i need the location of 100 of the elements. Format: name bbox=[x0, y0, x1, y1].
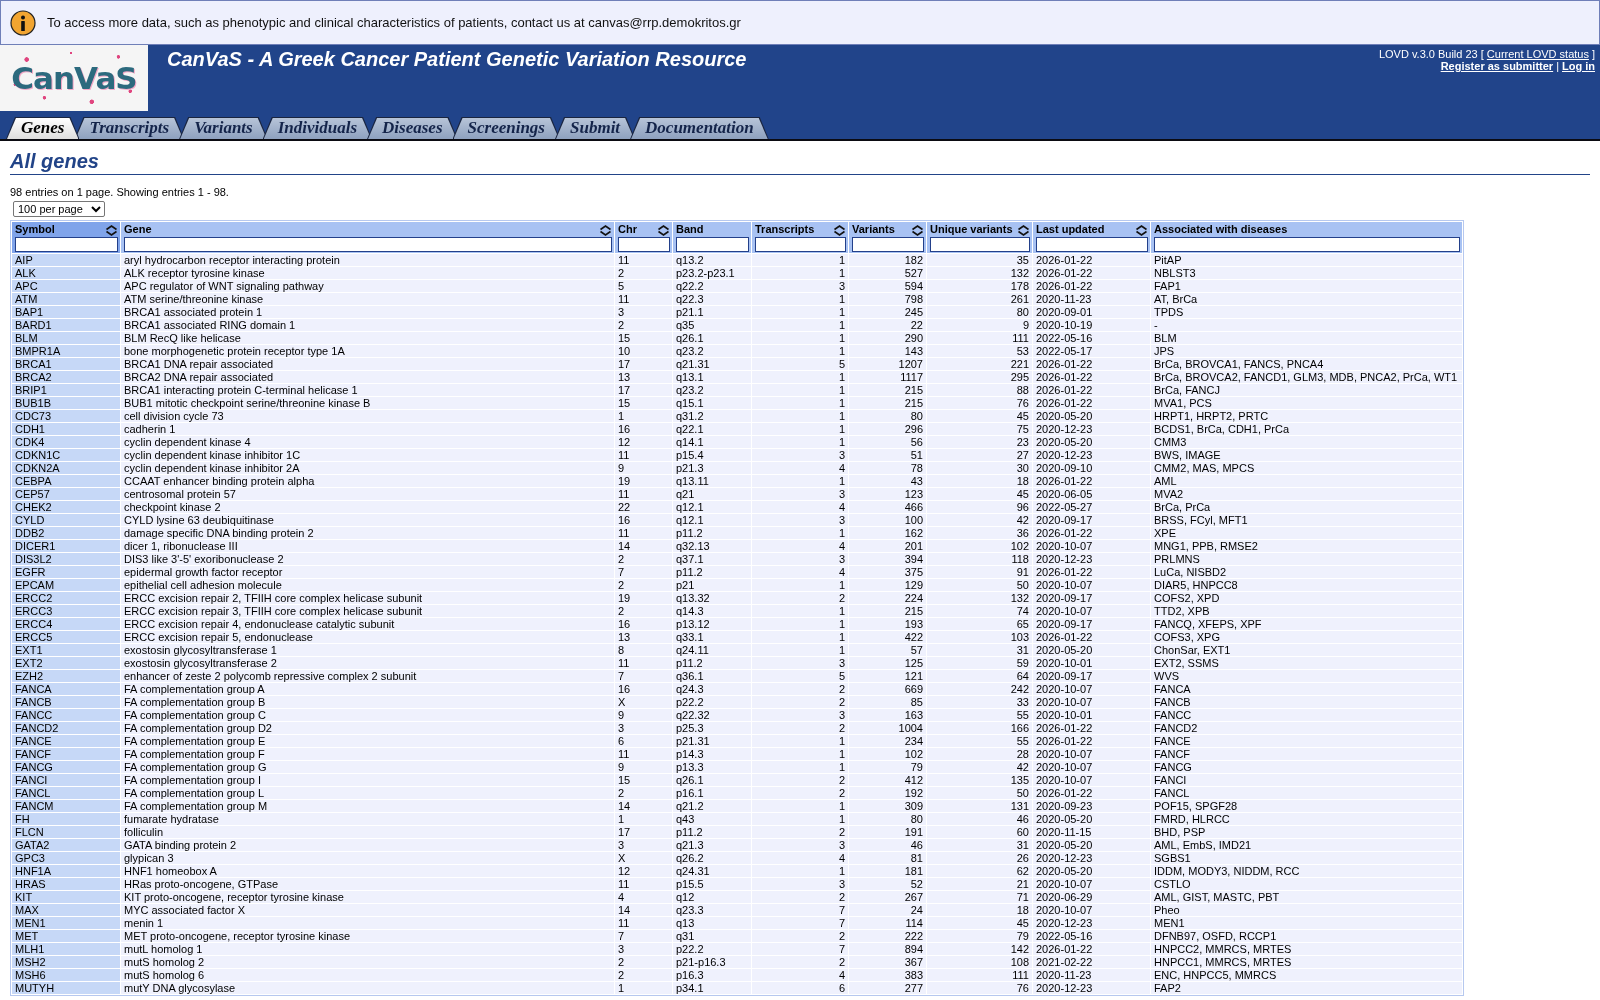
table-cell: 17 bbox=[615, 384, 672, 396]
table-cell: 2 bbox=[615, 969, 672, 981]
filter-field[interactable] bbox=[618, 237, 670, 252]
sort-icon[interactable] bbox=[1017, 225, 1030, 236]
table-cell: 2020-06-29 bbox=[1033, 891, 1150, 903]
table-cell: 466 bbox=[849, 501, 926, 513]
table-cell: 3 bbox=[752, 280, 848, 292]
table-cell: 2020-12-23 bbox=[1033, 982, 1150, 994]
filter-field[interactable] bbox=[930, 237, 1030, 252]
table-cell: 2020-10-19 bbox=[1033, 319, 1150, 331]
site-logo[interactable]: CanVaS bbox=[0, 45, 148, 111]
filter-field[interactable] bbox=[15, 237, 118, 252]
nav-tab[interactable]: Genes bbox=[6, 117, 80, 139]
table-cell: FA complementation group D2 bbox=[121, 722, 614, 734]
table-cell: 10 bbox=[615, 345, 672, 357]
table-cell: 50 bbox=[927, 579, 1032, 591]
filter-field[interactable] bbox=[755, 237, 846, 252]
table-cell: 28 bbox=[927, 748, 1032, 760]
sort-icon[interactable] bbox=[657, 225, 670, 236]
filter-field[interactable] bbox=[1036, 237, 1148, 252]
table-cell: ERCC5 bbox=[12, 631, 120, 643]
table-cell: FAP1 bbox=[1151, 280, 1462, 292]
table-cell: - bbox=[1151, 319, 1462, 331]
table-cell: 394 bbox=[849, 553, 926, 565]
table-cell: 1 bbox=[752, 735, 848, 747]
sort-icon[interactable] bbox=[105, 225, 118, 236]
table-cell: q24.3 bbox=[673, 683, 751, 695]
table-cell: X bbox=[615, 852, 672, 864]
table-cell: p23.2-p23.1 bbox=[673, 267, 751, 279]
table-cell: COFS3, XPG bbox=[1151, 631, 1462, 643]
table-cell: 78 bbox=[849, 462, 926, 474]
table-cell: 55 bbox=[927, 735, 1032, 747]
table-cell: 2022-05-16 bbox=[1033, 930, 1150, 942]
table-cell: 14 bbox=[615, 540, 672, 552]
table-cell: TPDS bbox=[1151, 306, 1462, 318]
table-cell: PitAP bbox=[1151, 254, 1462, 266]
table-cell: 193 bbox=[849, 618, 926, 630]
filter-field[interactable] bbox=[124, 237, 612, 252]
nav-tab[interactable]: Documentation bbox=[630, 117, 769, 139]
table-cell: 2 bbox=[752, 774, 848, 786]
table-cell: EGFR bbox=[12, 566, 120, 578]
table-cell: 7 bbox=[615, 930, 672, 942]
table-cell: p21-p16.3 bbox=[673, 956, 751, 968]
sort-icon[interactable] bbox=[1135, 225, 1148, 236]
table-cell: BLM bbox=[12, 332, 120, 344]
table-cell: 31 bbox=[927, 839, 1032, 851]
table-cell: 894 bbox=[849, 943, 926, 955]
table-cell: FA complementation group G bbox=[121, 761, 614, 773]
table-cell: 2020-11-23 bbox=[1033, 969, 1150, 981]
table-cell: 9 bbox=[615, 462, 672, 474]
table-cell: 16 bbox=[615, 514, 672, 526]
table-cell: q36.1 bbox=[673, 670, 751, 682]
table-cell: WVS bbox=[1151, 670, 1462, 682]
table-cell: 2020-12-23 bbox=[1033, 553, 1150, 565]
table-cell: CYLD bbox=[12, 514, 120, 526]
table-cell: 33 bbox=[927, 696, 1032, 708]
table-cell: p15.5 bbox=[673, 878, 751, 890]
table-cell: 135 bbox=[927, 774, 1032, 786]
filter-field[interactable] bbox=[676, 237, 749, 252]
table-cell: 277 bbox=[849, 982, 926, 994]
table-cell: 2 bbox=[615, 267, 672, 279]
sort-icon[interactable] bbox=[911, 225, 924, 236]
account-link[interactable]: Register as submitter bbox=[1440, 60, 1554, 72]
table-cell: EXT2, SSMS bbox=[1151, 657, 1462, 669]
table-cell: FANCL bbox=[12, 787, 120, 799]
sort-icon[interactable] bbox=[599, 225, 612, 236]
table-cell: 2020-05-20 bbox=[1033, 839, 1150, 851]
filter-field[interactable] bbox=[1154, 237, 1460, 252]
table-cell: FLCN bbox=[12, 826, 120, 838]
table-cell: 1 bbox=[752, 293, 848, 305]
table-cell: 1207 bbox=[849, 358, 926, 370]
table-cell: 1 bbox=[752, 397, 848, 409]
table-cell: 2020-10-01 bbox=[1033, 657, 1150, 669]
table-cell: 11 bbox=[615, 748, 672, 760]
table-cell: 3 bbox=[752, 878, 848, 890]
table-cell: FANCF bbox=[12, 748, 120, 760]
status-link[interactable]: Current LOVD status bbox=[1486, 48, 1589, 60]
table-cell: BRCA1 associated RING domain 1 bbox=[121, 319, 614, 331]
table-cell: cell division cycle 73 bbox=[121, 410, 614, 422]
table-cell: 261 bbox=[927, 293, 1032, 305]
table-cell: BHD, PSP bbox=[1151, 826, 1462, 838]
table-cell: 51 bbox=[849, 449, 926, 461]
table-cell: q26.2 bbox=[673, 852, 751, 864]
table-cell: 55 bbox=[927, 709, 1032, 721]
table-cell: 2020-10-07 bbox=[1033, 761, 1150, 773]
account-link[interactable]: Log in bbox=[1562, 60, 1595, 72]
table-cell: DICER1 bbox=[12, 540, 120, 552]
table-cell: 290 bbox=[849, 332, 926, 344]
table-cell: BRCA1 interacting protein C-terminal helicase 1 bbox=[121, 384, 614, 396]
table-cell: 4 bbox=[752, 462, 848, 474]
filter-field[interactable] bbox=[852, 237, 924, 252]
table-cell: 129 bbox=[849, 579, 926, 591]
table-cell: 5 bbox=[752, 358, 848, 370]
table-cell: BUB1B bbox=[12, 397, 120, 409]
table-cell: 375 bbox=[849, 566, 926, 578]
page-size-select[interactable]: 100 per page bbox=[13, 201, 105, 217]
table-cell: 42 bbox=[927, 761, 1032, 773]
table-cell: 2026-01-22 bbox=[1033, 384, 1150, 396]
sort-icon[interactable] bbox=[833, 225, 846, 236]
table-cell: FA complementation group A bbox=[121, 683, 614, 695]
